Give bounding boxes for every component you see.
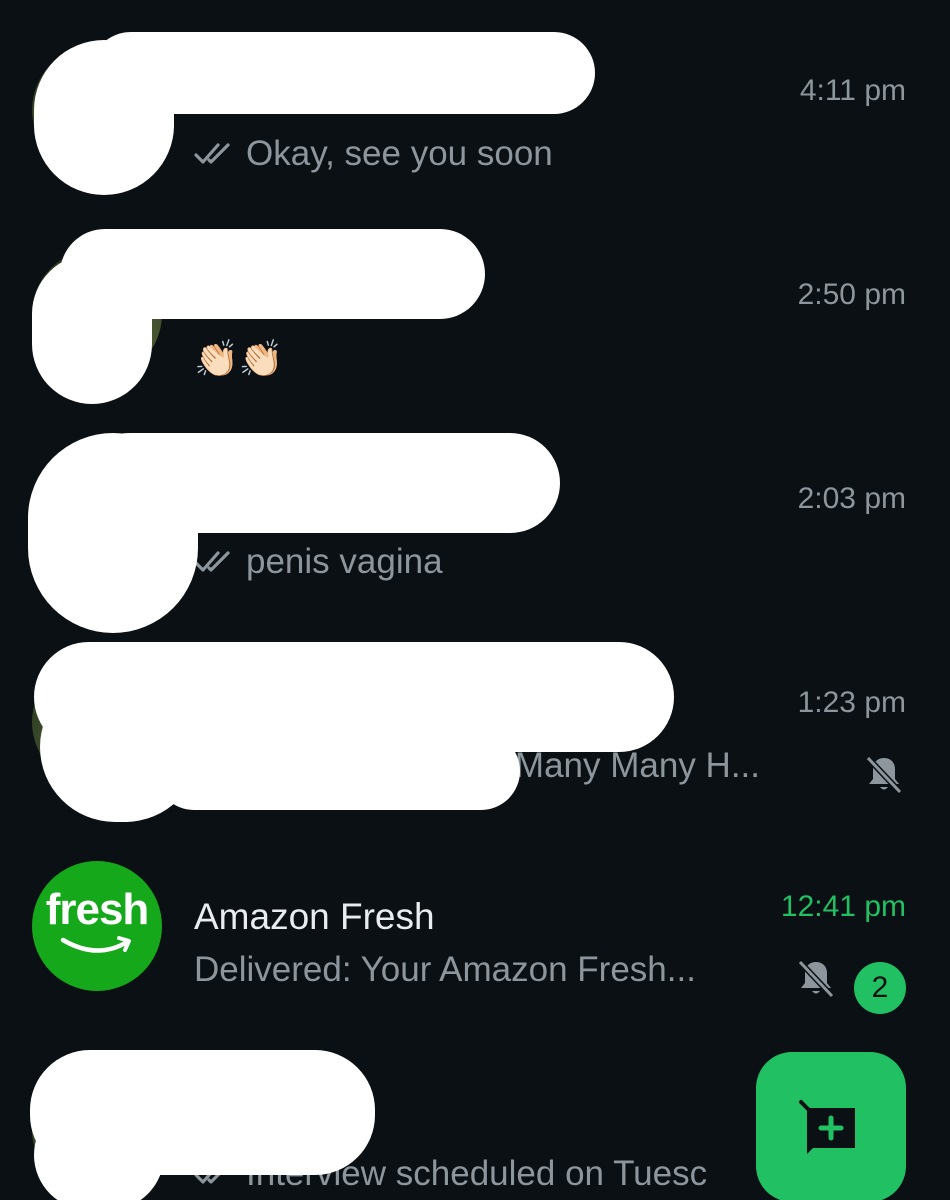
chat-preview-text: 👏🏻👏🏻 (194, 338, 284, 379)
chat-time: 2:03 pm (797, 482, 906, 515)
smile-arrow-icon (60, 936, 131, 953)
chat-time: 1:23 pm (797, 686, 906, 719)
chat-preview: Okay, see you soon (194, 134, 760, 174)
redaction (90, 32, 595, 114)
chat-preview: 👏🏻👏🏻 (194, 338, 760, 380)
redaction (34, 1100, 164, 1200)
chat-preview: Delivered: Your Amazon Fresh... (194, 950, 760, 990)
new-chat-icon (799, 1100, 855, 1154)
chat-row[interactable]: 4:11 pm Okay, see you soon (0, 0, 950, 204)
redaction (60, 229, 485, 319)
chat-preview-text: Okay, see you soon (246, 134, 553, 173)
double-check-icon (194, 551, 230, 572)
chat-preview-text: penis vagina (246, 542, 443, 581)
chat-row[interactable]: 2:03 pm penis vagina (0, 408, 950, 633)
chat-name: Amazon Fresh (194, 896, 435, 937)
bell-muted-icon (797, 959, 835, 999)
double-check-icon (194, 143, 230, 164)
fresh-logo-text: fresh (45, 885, 150, 934)
chat-preview-text: : Many Many H... (495, 746, 760, 785)
new-chat-button[interactable] (756, 1052, 906, 1200)
chat-row[interactable]: 1:23 pm : Many Many H... (0, 612, 950, 822)
chat-time: 2:50 pm (797, 278, 906, 311)
redaction (80, 433, 560, 533)
avatar[interactable]: fresh (32, 861, 162, 991)
redaction (155, 732, 520, 810)
chat-row[interactable]: 2:50 pm 👏🏻👏🏻 (0, 204, 950, 408)
chat-row[interactable]: fresh Amazon Fresh 12:41 pm Delivered: Y… (0, 816, 950, 1020)
chat-preview-text: Delivered: Your Amazon Fresh... (194, 950, 696, 989)
unread-badge: 2 (854, 962, 906, 1014)
bell-muted-icon (865, 755, 903, 795)
chat-time: 12:41 pm (780, 890, 906, 923)
chat-time: 4:11 pm (799, 74, 906, 107)
chat-list: 4:11 pm Okay, see you soon 2:50 pm 👏🏻👏🏻 … (0, 0, 950, 1200)
chat-preview: penis vagina (194, 542, 760, 582)
